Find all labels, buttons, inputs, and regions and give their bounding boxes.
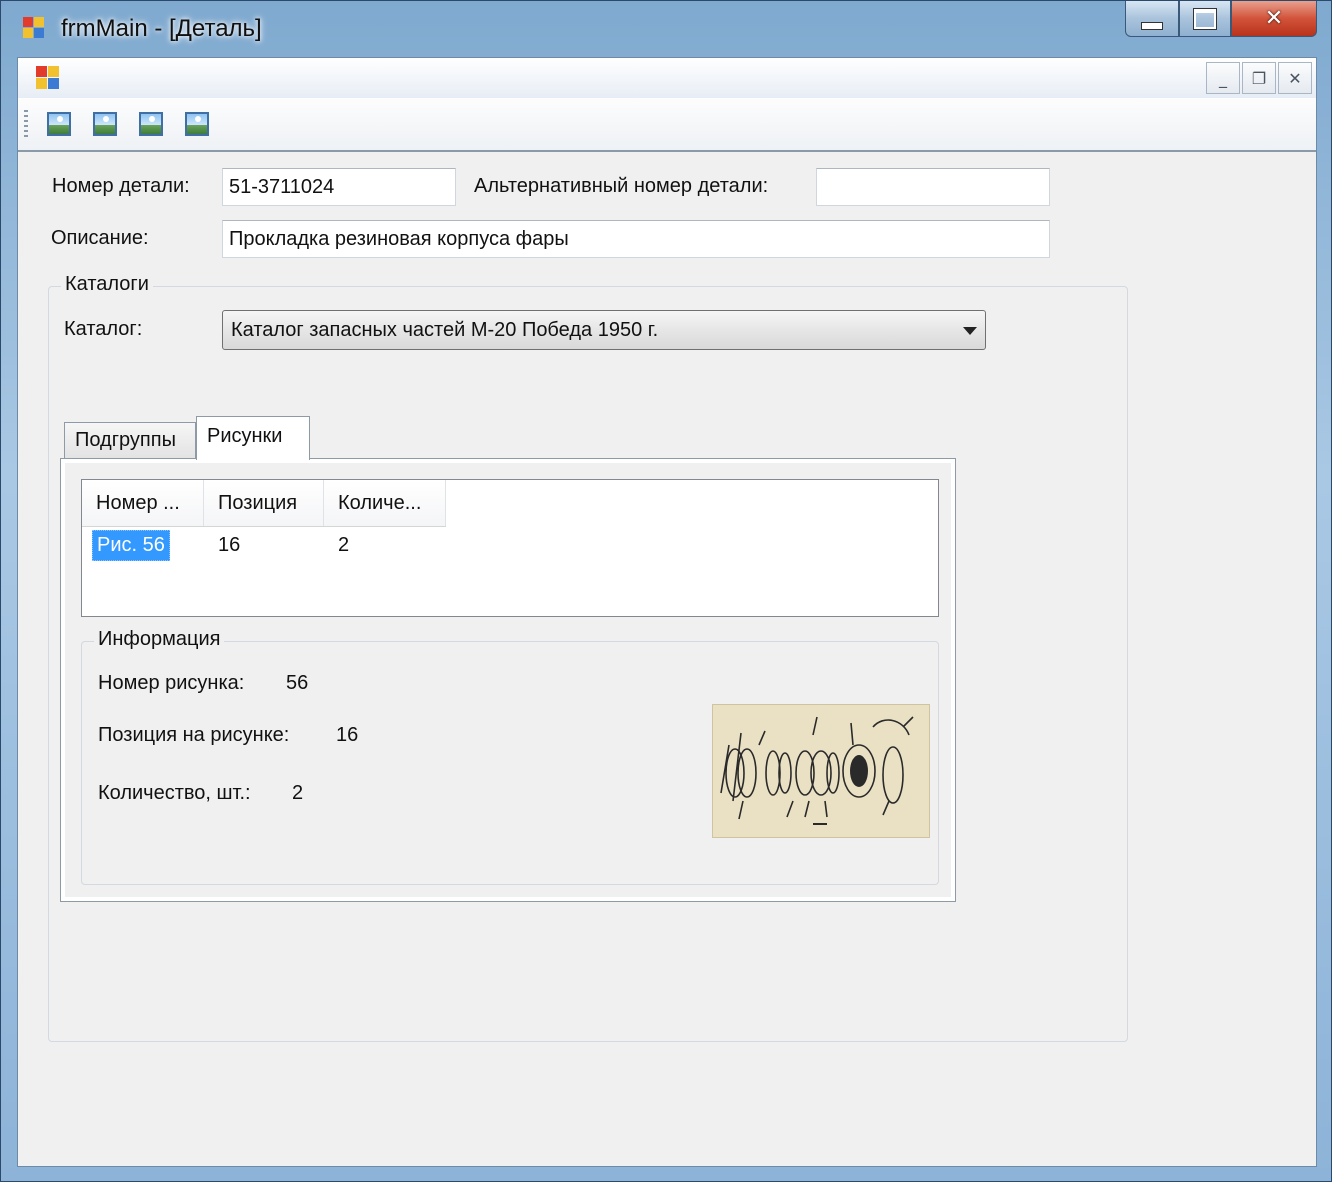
quantity-value: 2 [292, 782, 304, 804]
minimize-icon: _ [1219, 68, 1227, 88]
close-button[interactable]: ✕ [1231, 1, 1317, 37]
info-group-title: Информация [94, 628, 225, 651]
window-title: frmMain - [Деталь] [61, 15, 262, 42]
image-icon [185, 112, 209, 136]
description-label: Описание: [51, 227, 149, 249]
toolbar [18, 98, 1316, 152]
image-icon [139, 112, 163, 136]
figures-list[interactable]: Номер ... Позиция Количе... Рис. 56 16 2 [81, 479, 939, 617]
tab-subgroups[interactable]: Подгруппы [64, 422, 196, 460]
close-icon: ✕ [1264, 6, 1284, 31]
catalog-select[interactable]: Каталог запасных частей М-20 Победа 1950… [222, 310, 986, 350]
dropdown-arrow-icon [963, 327, 977, 335]
catalog-label: Каталог: [64, 318, 143, 340]
child-restore-button[interactable]: ❐ [1242, 62, 1276, 94]
row-position-cell: 16 [218, 534, 241, 556]
toolbar-button-1[interactable] [44, 109, 74, 139]
child-minimize-button[interactable]: _ [1206, 62, 1240, 94]
maximize-button[interactable] [1179, 1, 1231, 37]
tab-figures[interactable]: Рисунки [196, 416, 310, 460]
figures-tab-page: Номер ... Позиция Количе... Рис. 56 16 2… [60, 458, 956, 902]
restore-icon: ❐ [1251, 68, 1267, 88]
figure-number-value: 56 [286, 672, 309, 694]
toolbar-button-4[interactable] [182, 109, 212, 139]
figure-number-label: Номер рисунка: [98, 672, 245, 694]
description-input[interactable]: Прокладка резиновая корпуса фары [222, 220, 1050, 258]
figures-list-header: Номер ... Позиция Количе... [82, 480, 446, 527]
app-icon [23, 17, 45, 39]
mdi-client: _ ❐ ✕ Номер детали: 51-3711024 Альтернат… [17, 57, 1317, 1167]
catalog-select-value: Каталог запасных частей М-20 Победа 1950… [231, 319, 659, 341]
quantity-label: Количество, шт.: [98, 782, 251, 804]
row-number-cell[interactable]: Рис. 56 [92, 530, 170, 561]
image-icon [47, 112, 71, 136]
main-window: frmMain - [Деталь] ✕ _ ❐ ✕ Номер детали:… [0, 0, 1332, 1182]
title-bar[interactable]: frmMain - [Деталь] ✕ [1, 1, 1332, 57]
toolbar-button-3[interactable] [136, 109, 166, 139]
toolbar-grip[interactable] [24, 110, 28, 140]
column-header-number[interactable]: Номер ... [82, 480, 204, 526]
figure-image [712, 704, 930, 838]
toolbar-button-2[interactable] [90, 109, 120, 139]
minimize-button[interactable] [1125, 1, 1179, 37]
exploded-headlight-drawing [720, 716, 914, 825]
column-header-quantity[interactable]: Количе... [324, 480, 446, 526]
image-icon [93, 112, 117, 136]
part-number-input[interactable]: 51-3711024 [222, 168, 456, 206]
child-close-button[interactable]: ✕ [1278, 62, 1312, 94]
position-label: Позиция на рисунке: [98, 724, 290, 746]
part-form: Номер детали: 51-3711024 Альтернативный … [18, 154, 1316, 1166]
mdi-menu-bar: _ ❐ ✕ [18, 58, 1316, 99]
part-number-label: Номер детали: [52, 175, 190, 197]
table-row[interactable]: Рис. 56 16 2 [82, 530, 446, 564]
minimize-icon [1141, 21, 1163, 30]
alt-number-input[interactable] [816, 168, 1050, 206]
close-icon: ✕ [1288, 68, 1302, 88]
child-window-icon[interactable] [36, 66, 60, 90]
position-value: 16 [336, 724, 359, 746]
column-header-position[interactable]: Позиция [204, 480, 324, 526]
alt-number-label: Альтернативный номер детали: [474, 175, 769, 197]
row-quantity-cell: 2 [338, 534, 350, 556]
info-group: Информация Номер рисунка: 56 Позиция на … [81, 628, 939, 885]
catalogs-group-title: Каталоги [61, 273, 153, 296]
maximize-icon [1193, 7, 1217, 30]
